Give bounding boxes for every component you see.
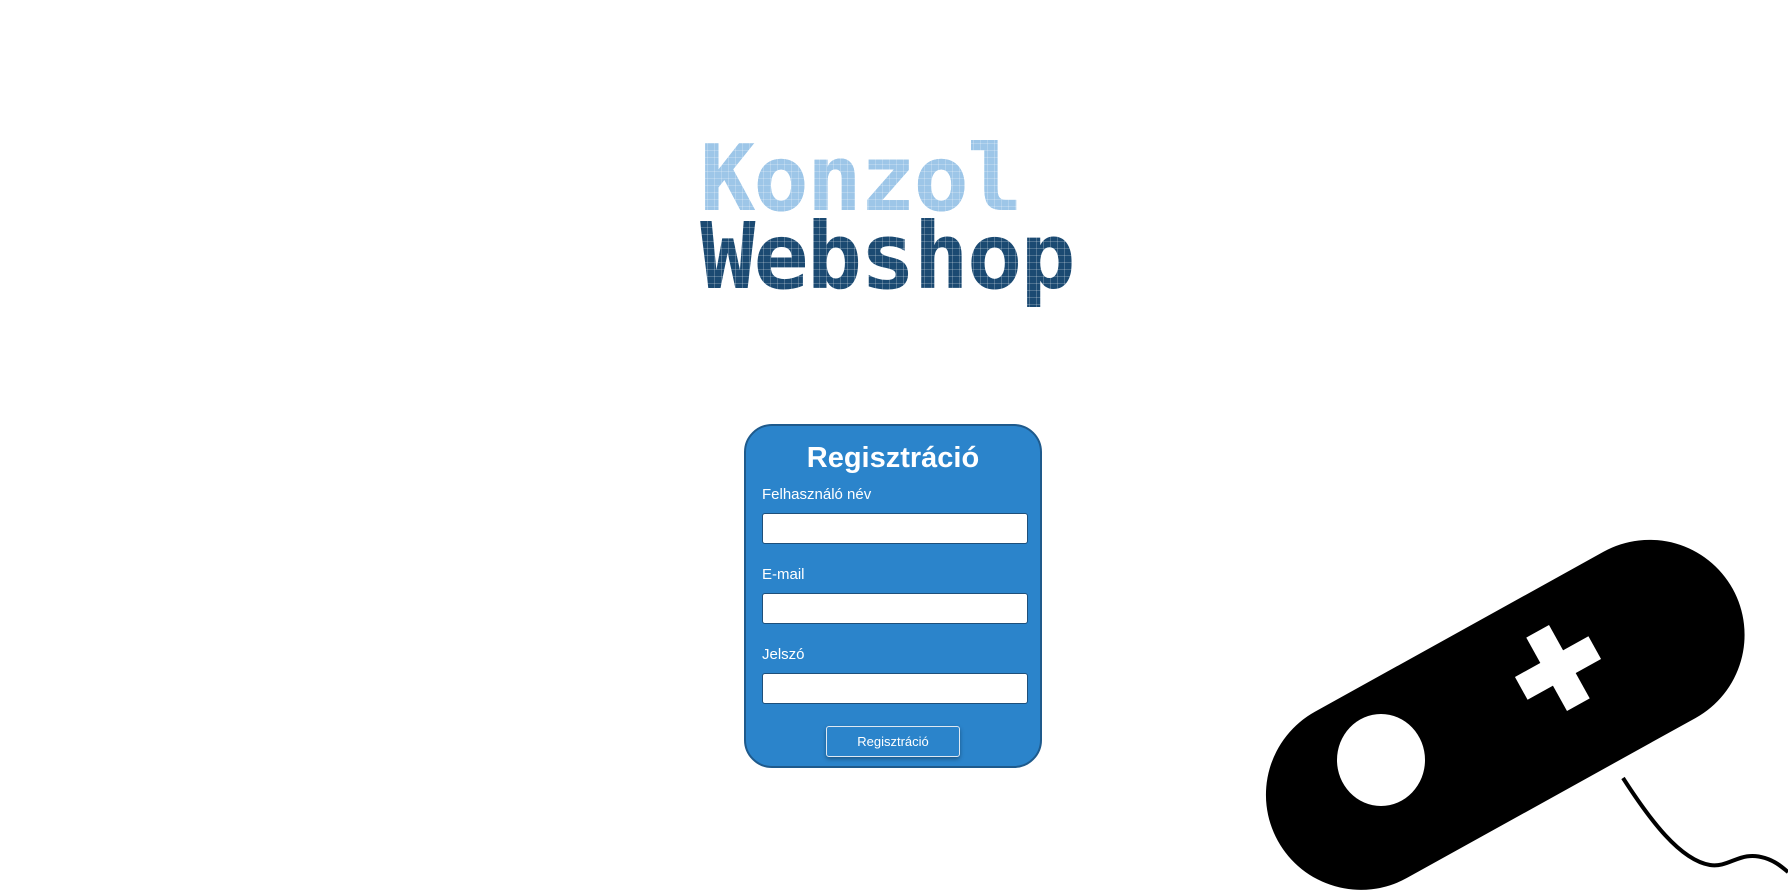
form-title: Regisztráció (806, 442, 980, 474)
password-input[interactable] (762, 673, 1028, 704)
site-logo: Konzol Webshop (700, 133, 1100, 340)
gamepad-round-button (1337, 714, 1425, 806)
gamepad-body (1265, 539, 1745, 890)
username-input[interactable] (762, 513, 1028, 544)
email-label: E-mail (762, 566, 805, 583)
gamepad-cable (1621, 776, 1788, 874)
password-label: Jelszó (762, 646, 805, 663)
register-button[interactable]: Regisztráció (826, 726, 960, 757)
registration-page: Konzol Webshop Regisztráció Felhasználó … (0, 0, 1788, 892)
registration-form: Regisztráció Felhasználó név E-mail Jels… (744, 424, 1042, 768)
submit-row: Regisztráció (762, 726, 1024, 757)
username-label: Felhasználó név (762, 486, 872, 503)
email-input[interactable] (762, 593, 1028, 624)
gamepad-icon (1265, 539, 1788, 890)
logo-line-webshop: Webshop (700, 203, 1076, 310)
